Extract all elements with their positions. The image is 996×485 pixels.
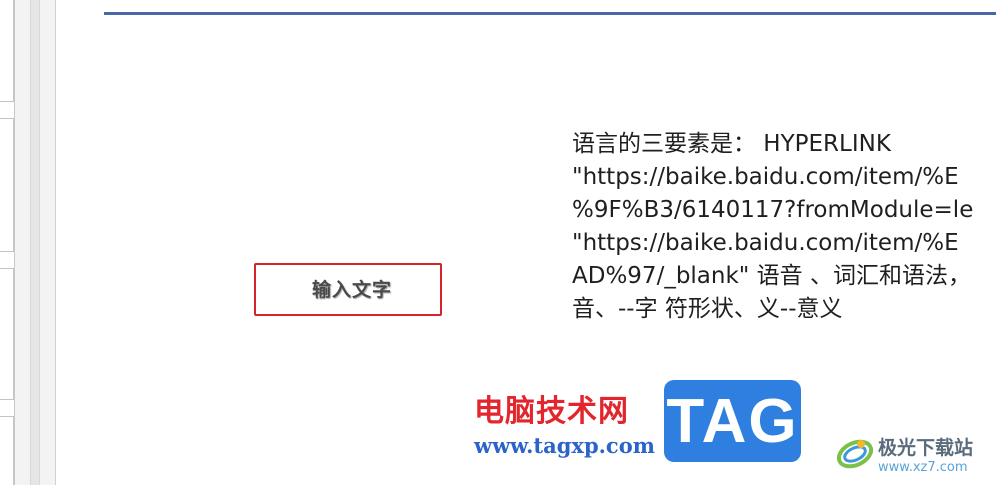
- text-box-label[interactable]: 输入文字: [312, 275, 392, 302]
- body-text-line: 语言的三要素是： HYPERLINK: [572, 131, 891, 157]
- slide-thumbnail[interactable]: [0, 0, 14, 102]
- slide-thumbnail[interactable]: [0, 416, 14, 485]
- thumbnail-scrollbar[interactable]: [30, 0, 40, 485]
- body-text-line: "https://baike.baidu.com/item/%E: [572, 164, 959, 190]
- slide-thumbnail-pane: [0, 0, 56, 485]
- presentation-editor: 输入文字 语言的三要素是： HYPERLINK "https://baike.b…: [0, 0, 996, 485]
- aurora-logo-icon: [836, 439, 874, 469]
- watermark-site-name: 电脑技术网: [474, 394, 629, 429]
- body-text-line: 音、--字 符形状、义--意义: [572, 296, 843, 322]
- body-text-box[interactable]: 语言的三要素是： HYPERLINK "https://baike.baidu.…: [572, 128, 996, 326]
- body-text-line: AD%97/_blank" 语音 、词汇和语法，: [572, 263, 971, 289]
- watermark-site-url: www.tagxp.com: [474, 433, 655, 458]
- body-text-line: "https://baike.baidu.com/item/%E: [572, 230, 959, 256]
- body-text-line: %9F%B3/6140117?fromModule=le: [572, 197, 974, 223]
- slide-thumbnail[interactable]: [0, 118, 14, 252]
- text-box-selected[interactable]: 输入文字: [254, 263, 442, 316]
- aurora-site-url: www.xz7.com: [878, 460, 968, 475]
- slide-thumbnail[interactable]: [0, 268, 14, 400]
- tag-logo-text: TAG: [666, 386, 799, 456]
- title-underline: [104, 12, 996, 15]
- aurora-site-name: 极光下载站: [878, 437, 974, 459]
- pane-divider[interactable]: [55, 0, 56, 485]
- tag-logo: TAG: [664, 380, 801, 462]
